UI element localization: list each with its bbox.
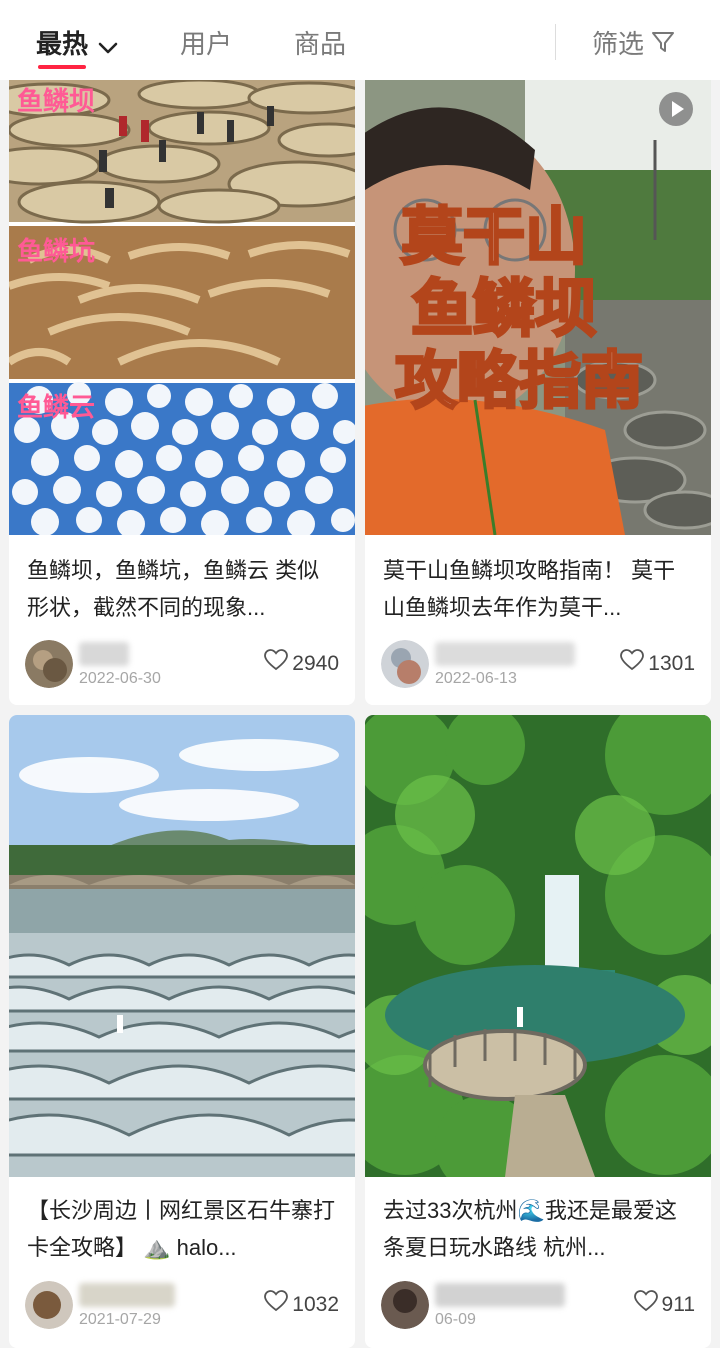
post-date: 06-09: [435, 1311, 476, 1328]
post-card[interactable]: 去过33次杭州🌊我还是最爱这条夏日玩水路线 杭州... 06-09 911: [365, 715, 711, 1348]
post-cover-image: [9, 715, 355, 1177]
post-card[interactable]: 莫干山 鱼鳞坝 攻略指南 莫干山鱼鳞坝攻略指南！ 莫干山鱼鳞坝去年作为莫干...…: [365, 80, 711, 705]
post-title: 【长沙周边丨网红景区石牛寨打卡全攻略】 ⛰️ halo...: [27, 1198, 336, 1260]
post-card[interactable]: 鱼鳞坝 鱼鳞坑 鱼鳞云 鱼鳞坝，鱼鳞坑，鱼鳞云 类似形状，截然不同的现象... …: [9, 80, 355, 705]
heart-icon: [620, 649, 645, 680]
like-button[interactable]: 2940: [264, 649, 339, 679]
top-tab-bar: 最热 用户 商品 筛选: [0, 0, 720, 80]
tab-hot[interactable]: 最热: [36, 24, 118, 64]
like-count: 2940: [292, 652, 339, 676]
post-title: 去过33次杭州🌊我还是最爱这条夏日玩水路线 杭州...: [383, 1198, 677, 1260]
heart-icon: [264, 1290, 289, 1321]
tab-goods[interactable]: 商品: [294, 24, 346, 64]
tab-hot-label: 最热: [36, 29, 89, 59]
tab-user[interactable]: 用户: [180, 24, 232, 64]
like-count: 911: [661, 1293, 695, 1317]
chevron-down-icon: [98, 26, 118, 66]
svg-text:鱼鳞坑: 鱼鳞坑: [17, 236, 95, 267]
active-tab-indicator: [38, 65, 86, 69]
like-button[interactable]: 911: [633, 1290, 695, 1321]
post-date: 2021-07-29: [79, 1311, 161, 1328]
author-name-blurred[interactable]: [79, 642, 129, 666]
heart-icon: [633, 1290, 658, 1321]
like-button[interactable]: 1032: [264, 1290, 339, 1320]
funnel-icon: [650, 26, 676, 66]
play-icon: [659, 92, 693, 126]
avatar[interactable]: [381, 640, 429, 688]
avatar[interactable]: [25, 1281, 73, 1329]
filter-button[interactable]: 筛选: [592, 24, 676, 64]
svg-text:鱼鳞云: 鱼鳞云: [17, 393, 95, 423]
like-count: 1032: [292, 1293, 339, 1317]
avatar[interactable]: [381, 1281, 429, 1329]
post-cover-image: [365, 715, 711, 1177]
post-cover-image: 鱼鳞坝 鱼鳞坑 鱼鳞云: [9, 80, 355, 535]
like-button[interactable]: 1301: [620, 649, 695, 679]
author-name-blurred[interactable]: [435, 642, 575, 666]
like-count: 1301: [648, 652, 695, 676]
heart-icon: [264, 649, 289, 680]
post-card[interactable]: 【长沙周边丨网红景区石牛寨打卡全攻略】 ⛰️ halo... 2021-07-2…: [9, 715, 355, 1348]
post-date: 2022-06-13: [435, 670, 517, 687]
svg-text:鱼鳞坝: 鱼鳞坝: [17, 87, 95, 117]
divider: [555, 24, 556, 60]
avatar[interactable]: [25, 640, 73, 688]
overlay-line: 攻略指南: [395, 344, 643, 417]
post-title: 莫干山鱼鳞坝攻略指南！ 莫干山鱼鳞坝去年作为莫干...: [383, 558, 676, 620]
post-cover-image: 莫干山 鱼鳞坝 攻略指南: [365, 80, 711, 535]
filter-label: 筛选: [592, 29, 645, 59]
author-name-blurred[interactable]: [435, 1283, 565, 1307]
author-name-blurred[interactable]: [79, 1283, 175, 1307]
post-date: 2022-06-30: [79, 670, 161, 687]
overlay-line: 莫干山: [401, 200, 587, 273]
post-title: 鱼鳞坝，鱼鳞坑，鱼鳞云 类似形状，截然不同的现象...: [27, 558, 320, 620]
overlay-line: 鱼鳞坝: [411, 272, 597, 345]
